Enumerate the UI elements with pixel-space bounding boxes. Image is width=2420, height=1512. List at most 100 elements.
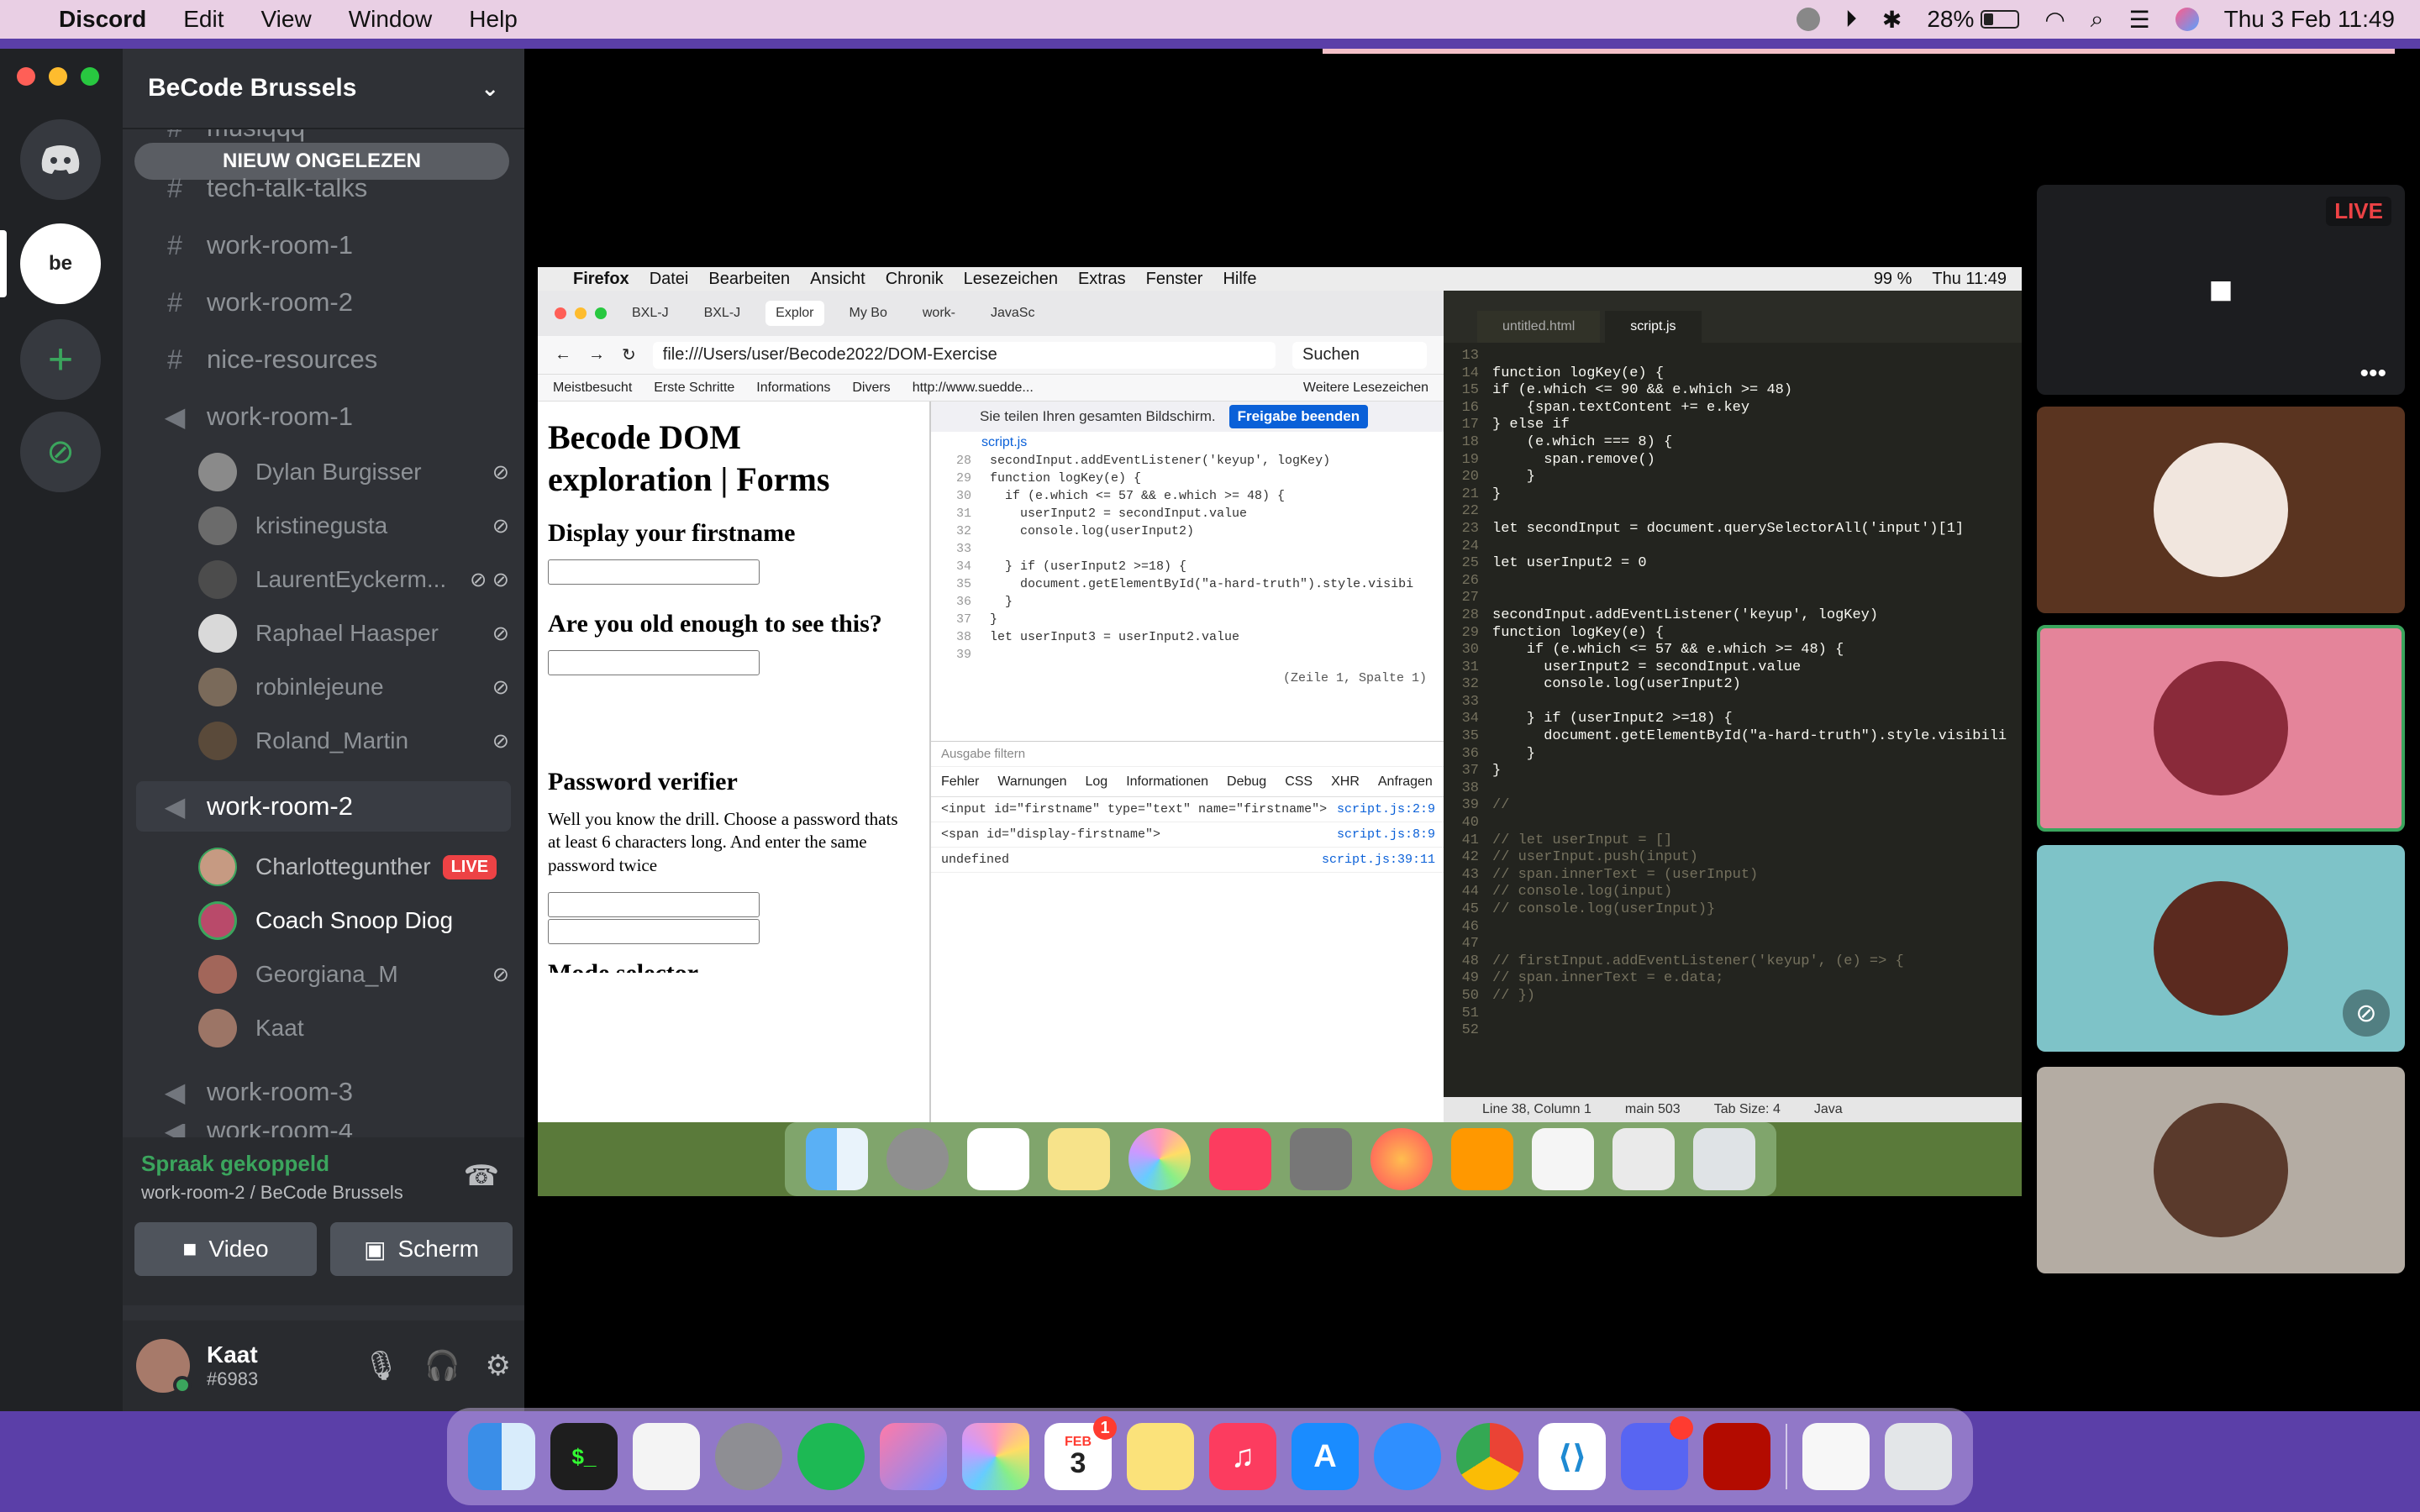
vscode-icon[interactable]: ⟨⟩ [1539,1423,1606,1490]
video-button[interactable]: ■ Video [134,1222,317,1276]
dock-separator [1786,1424,1787,1489]
chrome-icon[interactable] [1456,1423,1523,1490]
code-line: 38 let userInput3 = userInput2.value [931,630,1444,648]
music-icon[interactable]: ♫ [1209,1423,1276,1490]
stream-preview-tile[interactable]: LIVE ■ ••• [2037,185,2405,395]
voice-user[interactable]: robinlejeune ⊘ [198,664,509,711]
spotify-icon[interactable] [797,1423,865,1490]
devtools-panel: Sie teilen Ihren gesamten Bildschirm. Fr… [929,402,1445,1122]
hash-icon: # [158,129,192,144]
record-icon[interactable] [1796,8,1820,31]
headphones-icon[interactable]: 🎧 [424,1349,460,1383]
voice-channel-work-room-1[interactable]: ◀ work-room-1 [136,391,511,442]
participant-tile-speaking[interactable] [2037,625,2405,832]
zoom-window-button[interactable] [81,67,99,86]
password-text: Well you know the drill. Choose a passwo… [548,809,898,875]
voice-user[interactable]: Charlottegunther LIVE [198,843,509,890]
voice-user[interactable]: Roland_Martin ⊘ [198,717,509,764]
line-number: 30 [956,489,972,503]
menu-edit[interactable]: Edit [183,6,224,33]
microphone-icon[interactable]: 🎙 [363,1349,399,1383]
spotlight-icon[interactable]: ⌕ [2091,6,2104,34]
discord-icon[interactable] [1621,1416,1693,1490]
line-number: 51 [1461,1005,1479,1021]
voice-status[interactable]: Spraak gekoppeld [134,1151,513,1177]
channel-work-room-2[interactable]: # work-room-2 [136,277,511,328]
line-number: 50 [1461,987,1479,1004]
participant-tile[interactable] [2037,1067,2405,1273]
channel-work-room-1[interactable]: # work-room-1 [136,220,511,270]
stream-stage: Firefox Datei Bearbeiten Ansicht Chronik… [524,49,2420,1411]
voice-user[interactable]: LaurentEyckerm... ⊘ ⊘ [198,556,509,603]
wifi-icon[interactable]: ◠ [2044,6,2065,34]
menubar-clock[interactable]: Thu 3 Feb 11:49 [2224,6,2395,33]
finder-icon[interactable] [468,1423,535,1490]
textedit-icon[interactable] [633,1423,700,1490]
battery-indicator[interactable]: 28% [1927,6,2020,33]
discord-home-icon[interactable] [20,119,101,200]
explore-servers-icon[interactable]: ⊘ [20,412,101,492]
document-icon[interactable] [1802,1423,1870,1490]
voice-user[interactable]: Dylan Burgisser ⊘ [198,449,509,496]
add-server-icon[interactable]: + [20,319,101,400]
menu-view[interactable]: View [261,6,312,33]
acrobat-icon[interactable] [1703,1423,1770,1490]
screen-share-button[interactable]: ▣ Scherm [330,1222,513,1276]
code-text: if (e.which <= 57 && e.which >= 48) { [1492,642,1844,659]
code-line: 29 function logKey(e) { [931,471,1444,489]
terminal-icon[interactable]: $_ [550,1423,618,1490]
calendar-icon[interactable]: FEB 3 1 [1044,1416,1117,1490]
photos-icon[interactable] [962,1423,1029,1490]
launchpad-icon[interactable] [880,1423,947,1490]
close-window-button[interactable] [17,67,35,86]
control-center-icon[interactable]: ☰ [2128,6,2149,34]
avatar[interactable] [136,1339,192,1394]
user-info[interactable]: Kaat #6983 [207,1341,258,1390]
mic-muted-icon: ⊘ [492,729,509,753]
voice-channel-work-room-2[interactable]: ◀ work-room-2 [136,781,511,832]
screen-share-video[interactable]: Firefox Datei Bearbeiten Ansicht Chronik… [538,267,2022,1196]
gear-icon[interactable]: ⚙ [486,1349,511,1383]
safari-icon[interactable] [1374,1423,1441,1490]
becode-server-icon[interactable]: be [20,223,101,304]
code-text: } [990,612,998,627]
voice-user[interactable]: Kaat [198,1005,509,1052]
minimize-window-button[interactable] [49,67,67,86]
code-text: if (e.which <= 90 && e.which >= 48) [1492,382,1793,399]
channel-nice-resources[interactable]: # nice-resources [136,334,511,385]
siri-icon[interactable] [2175,8,2199,31]
chevron-down-icon[interactable]: ⌄ [481,76,499,102]
avatar [198,668,237,706]
more-options-icon[interactable]: ••• [2360,360,2386,388]
code-text: } [1492,763,1502,780]
menu-help[interactable]: Help [469,6,518,33]
live-badge: LIVE [2326,197,2391,226]
voice-user[interactable]: Coach Snoop Diog [198,897,509,944]
system-preferences-icon [1290,1128,1352,1190]
channel-tech-talk-talks[interactable]: # tech-talk-talks [136,163,511,213]
play-icon[interactable]: ⏵ [1845,6,1857,34]
bluetooth-icon[interactable]: ✱ [1882,6,1902,34]
voice-user[interactable]: Raphael Haasper ⊘ [198,610,509,657]
voice-user[interactable]: Georgiana_M ⊘ [198,951,509,998]
code-text: secondInput.addEventListener('keyup', lo… [1492,606,1879,623]
code-text: // [1492,797,1510,814]
console-message: <span id="display-firstname"> script.js:8… [931,822,1445,848]
notes-icon[interactable] [1127,1423,1194,1490]
app-store-icon[interactable]: A [1292,1423,1359,1490]
menu-window[interactable]: Window [349,6,433,33]
line-number: 31 [1461,659,1479,675]
code-line: 52 [1444,1022,2022,1040]
voice-channel-work-room-3[interactable]: ◀ work-room-3 [136,1067,511,1117]
participant-tile[interactable]: ⊘ [2037,845,2405,1052]
voice-user[interactable]: kristinegusta ⊘ [198,502,509,549]
trash-icon[interactable] [1885,1423,1952,1490]
disconnect-icon[interactable]: ☎ [464,1159,499,1193]
app-menu-discord[interactable]: Discord [59,6,146,33]
code-text: secondInput.addEventListener('keyup', lo… [990,454,1331,468]
server-header[interactable]: BeCode Brussels ⌄ [123,49,524,129]
participant-tile[interactable] [2037,407,2405,613]
system-preferences-icon[interactable] [715,1423,782,1490]
voice-channel-work-room-4[interactable]: ◀work-room-4 [136,1124,511,1137]
speaker-icon: ◀ [164,402,186,432]
